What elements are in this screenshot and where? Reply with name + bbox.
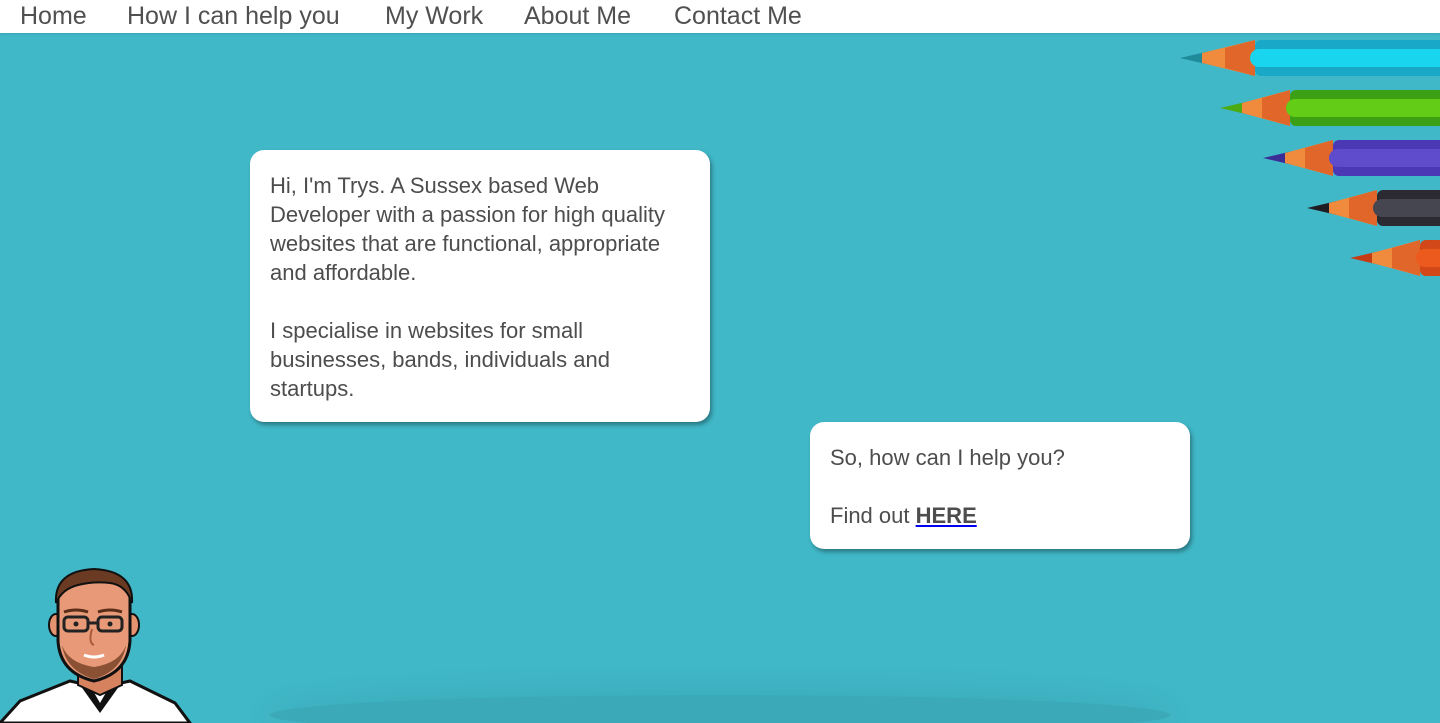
nav-link-my-work[interactable]: My Work [385, 0, 483, 33]
nav-item-about-me: About Me [524, 0, 631, 33]
find-out-line: Find out HERE [830, 501, 1170, 530]
intro-speech-bubble: Hi, I'm Trys. A Sussex based Web Develop… [250, 150, 710, 422]
floor-shadow [270, 695, 1170, 723]
purple-pencil-icon [1263, 140, 1440, 176]
main-navigation: Home How I can help you My Work About Me… [0, 0, 1440, 33]
nav-link-contact-me[interactable]: Contact Me [674, 0, 802, 33]
nav-link-how-i-can-help[interactable]: How I can help you [127, 0, 340, 33]
pencils-illustration [1180, 40, 1440, 276]
help-question: So, how can I help you? [830, 445, 1065, 470]
green-pencil-icon [1220, 90, 1440, 126]
nav-link-home[interactable]: Home [20, 0, 87, 33]
intro-paragraph: Hi, I'm Trys. A Sussex based Web Develop… [270, 173, 666, 285]
orange-pencil-icon [1350, 240, 1440, 276]
cyan-pencil-icon [1180, 40, 1440, 76]
specialism-paragraph: I specialise in websites for small busin… [270, 318, 611, 401]
nav-item-how-i-can-help: How I can help you [127, 0, 340, 33]
black-pencil-icon [1307, 190, 1440, 226]
nav-link-about-me[interactable]: About Me [524, 0, 631, 33]
find-out-text: Find out [830, 503, 910, 528]
nav-item-my-work: My Work [385, 0, 483, 33]
here-link[interactable]: HERE [916, 503, 977, 528]
nav-item-home: Home [20, 0, 87, 33]
help-speech-bubble: So, how can I help you? Find out HERE [810, 422, 1190, 549]
nav-list: Home How I can help you My Work About Me… [0, 0, 1440, 33]
avatar-cartoon-icon [0, 567, 192, 723]
nav-item-contact-me: Contact Me [674, 0, 802, 33]
